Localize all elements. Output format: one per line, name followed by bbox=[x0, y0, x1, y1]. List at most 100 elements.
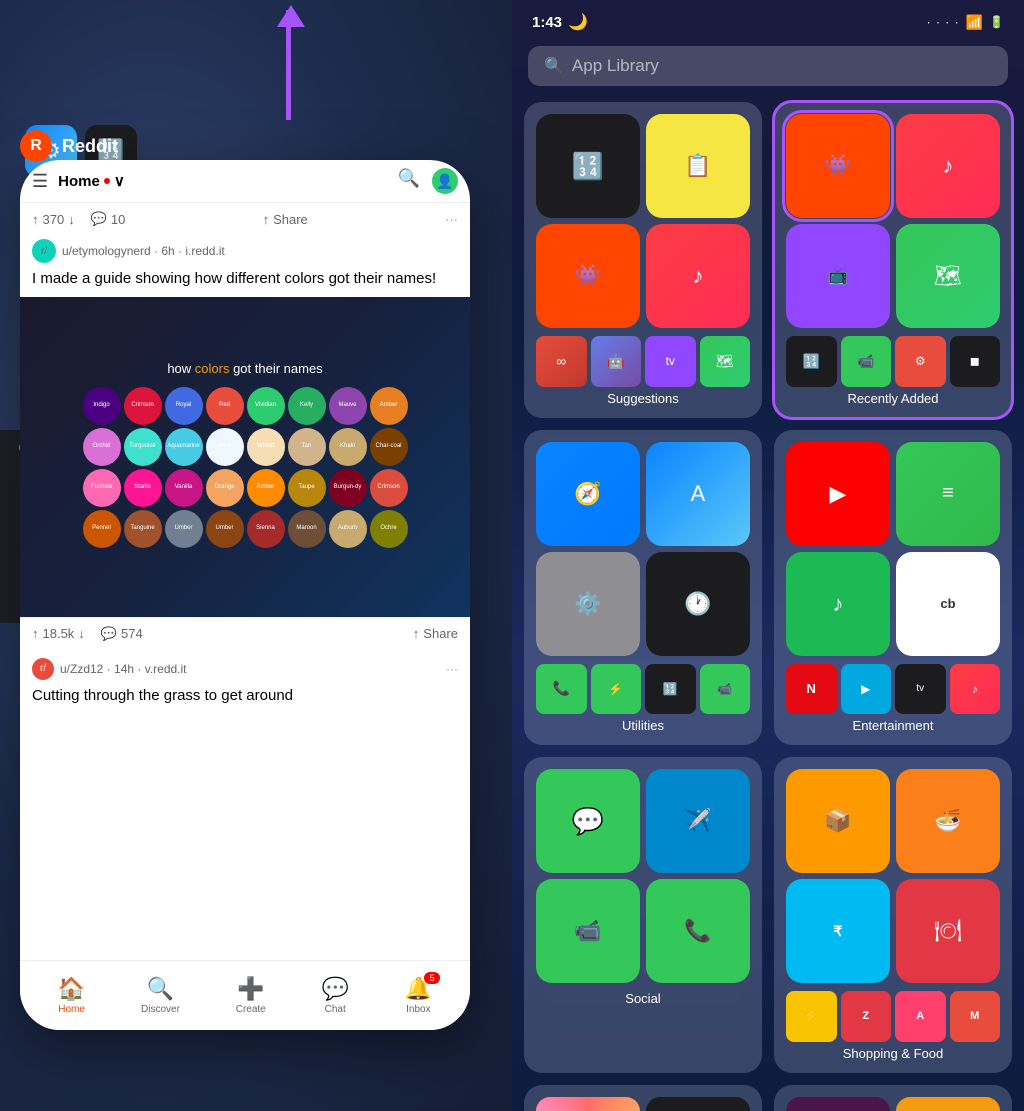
utilities-folder[interactable]: 🧭 A ⚙️ 🕐 📞 ⚡ 🔢 📹 Utilities bbox=[524, 430, 762, 746]
post1-subreddit-info: r/ u/etymologynerd · 6h · i.redd.it bbox=[32, 239, 458, 263]
app-clock[interactable]: 🕐 bbox=[646, 552, 750, 656]
app-reddit-suggestions[interactable]: 👾 bbox=[536, 224, 640, 328]
color-khaki: Khaki bbox=[329, 428, 367, 466]
color-grid: Indigo Crimson Royal Red Vividian Kelly … bbox=[78, 382, 413, 553]
app-twitch-recent[interactable]: 📺 bbox=[786, 224, 890, 328]
nav-chat[interactable]: 💬 Chat bbox=[322, 976, 349, 1015]
app-spotify[interactable]: ♪ bbox=[786, 552, 890, 656]
post2-share-btn[interactable]: ↑ Share bbox=[413, 626, 458, 641]
app-cb[interactable]: cb bbox=[896, 552, 1000, 656]
app-slack[interactable]: # bbox=[786, 1097, 890, 1111]
post2-stats: ↑ 18.5k ↓ 💬 574 ↑ Share bbox=[20, 617, 470, 650]
home-dropdown[interactable]: Home ∨ bbox=[58, 172, 125, 190]
app-reddit-recent[interactable]: 👾 bbox=[786, 114, 890, 218]
app-blinkit-small[interactable]: ⚡ bbox=[786, 991, 837, 1042]
app-music-recent[interactable]: ♪ bbox=[896, 114, 1000, 218]
app-youtube[interactable]: ▶ bbox=[786, 442, 890, 546]
shopping-folder[interactable]: 📦 🍜 ₹ 🍽 ⚡ Z A M Shopping & Food bbox=[774, 757, 1012, 1073]
recently-added-folder[interactable]: 👾 ♪ 📺 🗺 🔢 📹 ⚙ ◼ Recently Added bbox=[774, 102, 1012, 418]
app-myntra2-small[interactable]: A bbox=[895, 991, 946, 1042]
app-paytm[interactable]: ₹ bbox=[786, 879, 890, 983]
post1-comments[interactable]: 💬 10 bbox=[91, 211, 126, 227]
app-zomato-small[interactable]: Z bbox=[841, 991, 892, 1042]
downvote-icon: ↓ bbox=[68, 212, 75, 227]
entertainment-folder[interactable]: ▶ ≡ ♪ cb N ▶ tv ♪ Entertainment bbox=[774, 430, 1012, 746]
bottom-nav: 🏠 Home 🔍 Discover ➕ Create 💬 Chat 🔔 5 bbox=[20, 960, 470, 1030]
social-label: Social bbox=[536, 991, 750, 1006]
app-library-search[interactable]: 🔍 App Library bbox=[528, 46, 1008, 86]
app-zomato[interactable]: 🍽 bbox=[896, 879, 1000, 983]
app-appletv-small[interactable]: tv bbox=[895, 664, 946, 715]
post1-user-info: u/etymologynerd · 6h · i.redd.it bbox=[62, 244, 225, 258]
app-safari[interactable]: 🧭 bbox=[536, 442, 640, 546]
app-calc-recent-small[interactable]: 🔢 bbox=[786, 336, 837, 387]
search-icon[interactable]: 🔍 bbox=[398, 168, 420, 194]
post1-votes[interactable]: ↑ 370 ↓ bbox=[32, 212, 75, 227]
discover-icon: 🔍 bbox=[147, 976, 174, 1002]
photos-folder-partial[interactable]: 🌸 📷 ✂ 🌿 M R bbox=[524, 1085, 762, 1111]
color-crimson2: Crimson bbox=[370, 469, 408, 507]
post2-avatar: r/ bbox=[32, 658, 54, 680]
post2-more[interactable]: ··· bbox=[446, 662, 458, 676]
app-extra1-small[interactable]: ⚡ bbox=[591, 664, 642, 715]
post1-more[interactable]: ··· bbox=[445, 212, 458, 227]
app-toolbox-small[interactable]: ⚙ bbox=[895, 336, 946, 387]
app-workflow-small[interactable]: ∞ bbox=[536, 336, 587, 387]
post2-title[interactable]: Cutting through the grass to get around bbox=[32, 686, 458, 706]
inbox-nav-label: Inbox bbox=[406, 1004, 430, 1015]
color-gold: Taupe bbox=[288, 469, 326, 507]
app-maps-small[interactable]: 🗺 bbox=[700, 336, 751, 387]
post1-share-btn[interactable]: ↑ Share bbox=[263, 212, 308, 227]
color-maroon: Maroon bbox=[288, 510, 326, 548]
app-twitch-small[interactable]: tv bbox=[645, 336, 696, 387]
app-phone2[interactable]: 📞 bbox=[646, 879, 750, 983]
app-prime-small[interactable]: ▶ bbox=[841, 664, 892, 715]
app-settings[interactable]: ⚙️ bbox=[536, 552, 640, 656]
app-maps-recent[interactable]: 🗺 bbox=[896, 224, 1000, 328]
hamburger-icon[interactable]: ☰ bbox=[32, 171, 48, 192]
photos-apps: 🌸 📷 ✂ 🌿 M R bbox=[536, 1097, 750, 1111]
nav-home[interactable]: 🏠 Home bbox=[58, 976, 85, 1015]
app-notes-suggestions[interactable]: 📋 bbox=[646, 114, 750, 218]
app-amazon[interactable]: 📦 bbox=[786, 769, 890, 873]
status-left: 1:43 🌙 bbox=[532, 12, 588, 32]
post2-user-info: u/Zzd12 · 14h · v.redd.it bbox=[60, 662, 187, 676]
social-folder[interactable]: 💬 ✈️ 📹 📞 Social bbox=[524, 757, 762, 1073]
app-facetime2[interactable]: 📹 bbox=[536, 879, 640, 983]
app-extra-ent-small[interactable]: ♪ bbox=[950, 664, 1001, 715]
post2-votes[interactable]: ↑ 18.5k ↓ bbox=[32, 626, 85, 641]
app-photos[interactable]: 🌸 bbox=[536, 1097, 640, 1111]
comment2-icon: 💬 bbox=[101, 626, 117, 642]
app-telegram[interactable]: ✈️ bbox=[646, 769, 750, 873]
nav-inbox[interactable]: 🔔 5 Inbox bbox=[405, 976, 432, 1015]
app-messages[interactable]: 💬 bbox=[536, 769, 640, 873]
app-appstore[interactable]: A bbox=[646, 442, 750, 546]
app-extra-shop-small[interactable]: M bbox=[950, 991, 1001, 1042]
app-camera[interactable]: 📷 bbox=[646, 1097, 750, 1111]
post2-comments[interactable]: 💬 574 bbox=[101, 626, 143, 642]
nav-create[interactable]: ➕ Create bbox=[236, 976, 266, 1015]
app-robot-small[interactable]: 🤖 bbox=[591, 336, 642, 387]
color-red: Red bbox=[206, 387, 244, 425]
app-phone-small[interactable]: 📞 bbox=[536, 664, 587, 715]
app-swiggy[interactable]: 🍜 bbox=[896, 769, 1000, 873]
recently-added-small-apps: 🔢 📹 ⚙ ◼ bbox=[786, 336, 1000, 387]
post1-title[interactable]: I made a guide showing how different col… bbox=[32, 269, 458, 289]
app-netflix-small[interactable]: N bbox=[786, 664, 837, 715]
productivity-folder-partial[interactable]: # 🐻 ⚡ ~ 1 R bbox=[774, 1085, 1012, 1111]
app-playlist[interactable]: ≡ bbox=[896, 442, 1000, 546]
app-extra2-small[interactable]: 🔢 bbox=[645, 664, 696, 715]
suggestions-folder[interactable]: 🔢 📋 👾 ♪ ∞ 🤖 tv 🗺 Suggestions bbox=[524, 102, 762, 418]
color-amber: Amber bbox=[370, 387, 408, 425]
app-extra3-small[interactable]: 📹 bbox=[700, 664, 751, 715]
avatar-icon[interactable]: 👤 bbox=[432, 168, 458, 194]
app-bear[interactable]: 🐻 bbox=[896, 1097, 1000, 1111]
app-calculator-suggestions[interactable]: 🔢 bbox=[536, 114, 640, 218]
utilities-label: Utilities bbox=[536, 718, 750, 733]
suggestions-label: Suggestions bbox=[536, 391, 750, 406]
chevron-icon: ∨ bbox=[114, 172, 125, 190]
nav-discover[interactable]: 🔍 Discover bbox=[141, 976, 180, 1015]
app-extra-small[interactable]: ◼ bbox=[950, 336, 1001, 387]
app-facetime-small[interactable]: 📹 bbox=[841, 336, 892, 387]
app-music-suggestions[interactable]: ♪ bbox=[646, 224, 750, 328]
